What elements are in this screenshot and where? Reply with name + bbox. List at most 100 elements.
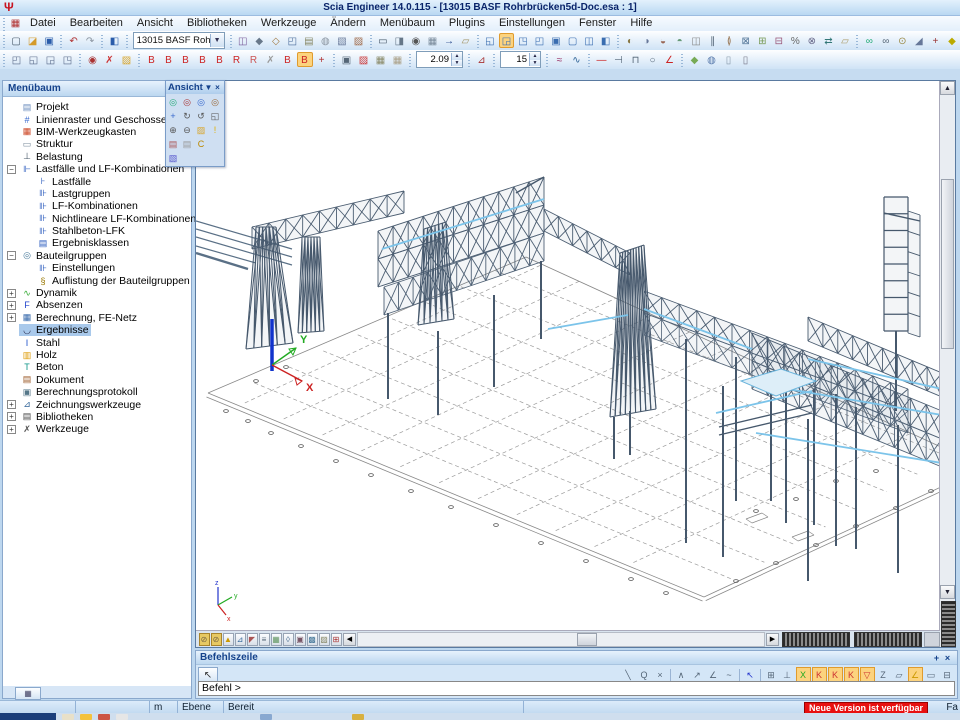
result-r-icon[interactable]: R bbox=[229, 52, 245, 67]
glasses-view-icon[interactable]: ∞ bbox=[862, 33, 878, 48]
delete-plane-icon[interactable]: ✗ bbox=[102, 52, 118, 67]
start-button[interactable] bbox=[0, 713, 56, 720]
tab-home-icon[interactable]: ◊ bbox=[283, 633, 294, 646]
clip-tab-1-icon[interactable]: ⊘ bbox=[199, 633, 210, 646]
snap-curve-icon[interactable]: ~ bbox=[722, 667, 737, 682]
cascade-1-icon[interactable]: ◰ bbox=[9, 52, 25, 67]
tab-grid-red-icon[interactable]: ⊞ bbox=[331, 633, 342, 646]
menu-men-baum[interactable]: Menübaum bbox=[373, 16, 442, 31]
snap-grid-icon[interactable]: ⊞ bbox=[764, 667, 779, 682]
new-file-icon[interactable]: ▢ bbox=[8, 33, 24, 48]
tree-item-dokument[interactable]: ▤Dokument bbox=[3, 374, 191, 386]
taskbar-icon[interactable] bbox=[116, 714, 128, 720]
toolbar-grip[interactable] bbox=[616, 34, 620, 48]
tree-item-ergebnisklassen[interactable]: ▤Ergebnisklassen bbox=[3, 237, 191, 249]
toolbar-grip[interactable] bbox=[855, 34, 859, 48]
cr-manager-icon[interactable]: ◫ bbox=[235, 33, 251, 48]
scroll-right-button[interactable]: ▶ bbox=[766, 633, 779, 646]
rotate-cw-icon[interactable]: ↻ bbox=[181, 110, 194, 123]
tree-item-lastgruppen[interactable]: ⊪Lastgruppen bbox=[3, 188, 191, 200]
tree-item-struktur[interactable]: ▭Struktur bbox=[3, 138, 191, 150]
red-line-icon[interactable]: — bbox=[594, 52, 610, 67]
tree-item-lastfälle-und-lf-kombinationen[interactable]: −⊩Lastfälle und LF-Kombinationen bbox=[3, 163, 191, 175]
dim-circle-icon[interactable]: ○ bbox=[645, 52, 661, 67]
angle-tool-icon[interactable]: ⊿ bbox=[474, 52, 490, 67]
pin-icon[interactable]: + bbox=[931, 653, 942, 663]
undo-icon[interactable]: ↶ bbox=[66, 33, 82, 48]
walk-mode-icon[interactable]: + bbox=[167, 110, 180, 123]
combo-dropdown-icon[interactable]: ▼ bbox=[210, 34, 224, 47]
glasses-edit-icon[interactable]: ∞ bbox=[878, 33, 894, 48]
wave-tool-icon[interactable]: ≈ bbox=[552, 52, 568, 67]
tab-render-icon[interactable]: ▲ bbox=[223, 633, 234, 646]
snap-arrow-icon[interactable]: ↗ bbox=[690, 667, 705, 682]
image-a-icon[interactable]: ▧ bbox=[334, 33, 350, 48]
tab-hatch-icon[interactable]: ▨ bbox=[319, 633, 330, 646]
open-file-icon[interactable]: ◪ bbox=[25, 33, 41, 48]
cascade-3-icon[interactable]: ◲ bbox=[43, 52, 59, 67]
zoom-out-icon[interactable]: ⊖ bbox=[181, 124, 194, 137]
taskbar-icon[interactable] bbox=[352, 714, 364, 720]
calendar-b-icon[interactable]: ▦ bbox=[390, 52, 406, 67]
expand-icon[interactable]: + bbox=[7, 425, 16, 434]
loadcase-add-icon[interactable]: B bbox=[144, 52, 160, 67]
solid-view-icon[interactable]: ◆ bbox=[252, 33, 268, 48]
result-r2-icon[interactable]: R bbox=[246, 52, 262, 67]
rotate-wheel-vertical[interactable] bbox=[941, 601, 956, 647]
horizontal-scroll-thumb[interactable] bbox=[577, 633, 597, 646]
note-icon[interactable]: ▱ bbox=[458, 33, 474, 48]
tree-item-ergebnisse[interactable]: ◡Ergebnisse bbox=[3, 324, 191, 336]
loadcase-dot-icon[interactable]: B bbox=[280, 52, 296, 67]
print-icon[interactable]: ▭ bbox=[375, 33, 391, 48]
calculator-icon[interactable]: ▦ bbox=[425, 33, 441, 48]
spin-down-icon[interactable]: ▼ bbox=[452, 60, 462, 67]
layout-5-icon[interactable]: ▣ bbox=[548, 33, 564, 48]
menu-ansicht[interactable]: Ansicht bbox=[130, 16, 180, 31]
toolbar-grip[interactable] bbox=[545, 53, 549, 67]
palette-close-icon[interactable]: × bbox=[213, 83, 222, 92]
tree-item-zeichnungswerkzeuge[interactable]: +⊿Zeichnungswerkzeuge bbox=[3, 398, 191, 410]
add-cross-icon[interactable]: + bbox=[928, 33, 944, 48]
binocular-icon[interactable]: ⊙ bbox=[895, 33, 911, 48]
collapse-icon[interactable]: − bbox=[7, 165, 16, 174]
view-front-icon[interactable]: ◎ bbox=[167, 96, 180, 109]
zoom-in-icon[interactable]: ⊕ bbox=[167, 124, 180, 137]
scroll-left-button[interactable]: ◀ bbox=[343, 633, 356, 646]
vertical-scroll-thumb[interactable] bbox=[941, 179, 954, 349]
cube-view-icon[interactable]: ▧ bbox=[167, 152, 180, 165]
snap-box-icon[interactable]: ▭ bbox=[924, 667, 939, 682]
ruler-a-icon[interactable]: ▯ bbox=[721, 52, 737, 67]
panel-selector-button[interactable]: ▦ bbox=[15, 687, 41, 700]
toolbar-grip[interactable] bbox=[587, 53, 591, 67]
tree-item-berechnung-fe-netz[interactable]: +▦Berechnung, FE-Netz bbox=[3, 312, 191, 324]
tree-item-belastung[interactable]: ⊥Belastung bbox=[3, 151, 191, 163]
folder-views-icon[interactable]: ▨ bbox=[195, 124, 208, 137]
snap-line-icon[interactable]: ╲ bbox=[621, 667, 636, 682]
command-input[interactable]: Befehl > bbox=[198, 681, 955, 696]
scroll-down-button[interactable]: ▼ bbox=[940, 585, 955, 599]
image-b-icon[interactable]: ▨ bbox=[351, 33, 367, 48]
toolbar-grip[interactable] bbox=[476, 34, 480, 48]
dim-bracket-icon[interactable]: ⊓ bbox=[628, 52, 644, 67]
eye-visibility-icon[interactable]: ◉ bbox=[85, 52, 101, 67]
snap-angle2-icon[interactable]: ∠ bbox=[706, 667, 721, 682]
tree-item-lf-kombinationen[interactable]: ⊪LF-Kombinationen bbox=[3, 200, 191, 212]
taskbar-icon[interactable] bbox=[62, 714, 74, 720]
tree-item-nichtlineare-lf-kombinationen[interactable]: ⊪Nichtlineare LF-Kombinationen bbox=[3, 213, 191, 225]
toolbar-grip[interactable] bbox=[78, 53, 82, 67]
horizontal-scrollbar[interactable] bbox=[357, 632, 765, 647]
view-palette-titlebar[interactable]: Ansicht ▼ × bbox=[166, 81, 224, 94]
tree-item-werkzeuge[interactable]: +✗Werkzeuge bbox=[3, 423, 191, 435]
export-icon[interactable]: → bbox=[441, 33, 457, 48]
spin-down-icon[interactable]: ▼ bbox=[530, 60, 540, 67]
toolbar-grip[interactable] bbox=[492, 53, 496, 67]
layout-8-icon[interactable]: ◧ bbox=[598, 33, 614, 48]
ruler-b-icon[interactable]: ▯ bbox=[738, 52, 754, 67]
view-top-icon[interactable]: ◎ bbox=[195, 96, 208, 109]
snap-anglelock-icon[interactable]: ∠ bbox=[908, 667, 923, 682]
save-view-icon[interactable]: ▣ bbox=[339, 52, 355, 67]
save-file-icon[interactable]: ▣ bbox=[41, 33, 57, 48]
tree-item-einstellungen[interactable]: ⊪Einstellungen bbox=[3, 262, 191, 274]
move-tool-icon[interactable]: ◰ bbox=[285, 33, 301, 48]
beam-tool-icon[interactable]: ◓ bbox=[672, 33, 688, 48]
